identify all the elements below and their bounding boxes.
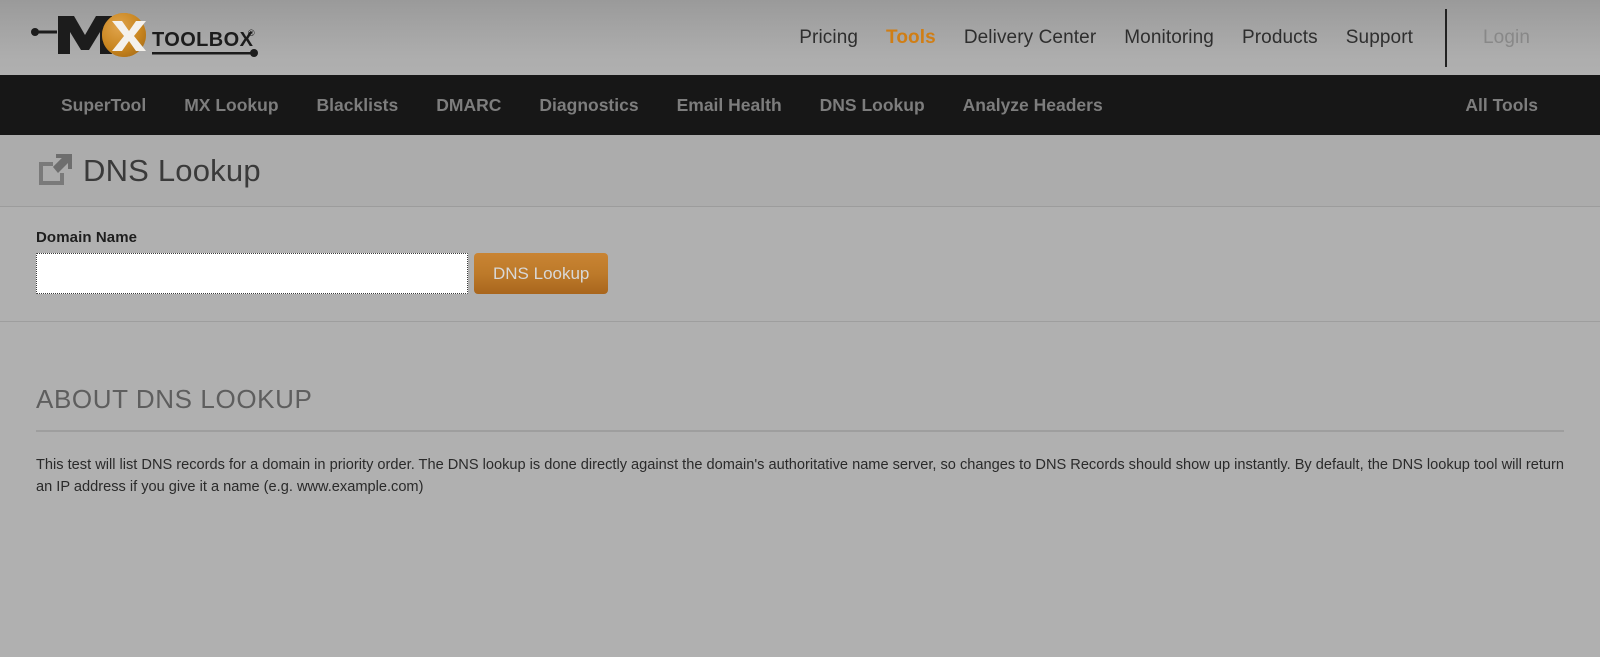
mxtoolbox-logo[interactable]: TOOLBOX ® xyxy=(30,8,260,64)
tool-navigation: SuperTool MX Lookup Blacklists DMARC Dia… xyxy=(0,75,1600,135)
site-header: TOOLBOX ® Pricing Tools Delivery Center … xyxy=(0,0,1600,75)
primary-navigation: Pricing Tools Delivery Center Monitoring… xyxy=(785,0,1600,75)
tool-nav-item-supertool[interactable]: SuperTool xyxy=(42,75,165,135)
svg-text:®: ® xyxy=(248,28,255,38)
tool-nav-item-dmarc[interactable]: DMARC xyxy=(417,75,520,135)
domain-name-input[interactable] xyxy=(36,253,468,294)
about-divider xyxy=(36,430,1564,432)
about-section: ABOUT DNS LOOKUP This test will list DNS… xyxy=(0,322,1600,498)
tool-nav-item-analyze-headers[interactable]: Analyze Headers xyxy=(944,75,1122,135)
tool-nav-item-mx-lookup[interactable]: MX Lookup xyxy=(165,75,297,135)
mxtoolbox-logo-icon: TOOLBOX ® xyxy=(30,8,260,64)
page-title-bar: DNS Lookup xyxy=(0,135,1600,207)
nav-item-tools[interactable]: Tools xyxy=(872,0,950,75)
header-divider xyxy=(1445,9,1447,67)
about-heading: ABOUT DNS LOOKUP xyxy=(36,384,1564,430)
svg-text:TOOLBOX: TOOLBOX xyxy=(152,29,254,51)
lookup-form-panel: Domain Name DNS Lookup xyxy=(0,207,1600,322)
tool-nav-item-blacklists[interactable]: Blacklists xyxy=(298,75,418,135)
nav-item-support[interactable]: Support xyxy=(1332,0,1427,75)
login-link[interactable]: Login xyxy=(1469,0,1600,75)
tool-nav-item-email-health[interactable]: Email Health xyxy=(658,75,801,135)
nav-item-delivery-center[interactable]: Delivery Center xyxy=(950,0,1110,75)
dns-lookup-submit-button[interactable]: DNS Lookup xyxy=(474,253,608,294)
nav-item-monitoring[interactable]: Monitoring xyxy=(1110,0,1228,75)
tool-nav-item-dns-lookup[interactable]: DNS Lookup xyxy=(801,75,944,135)
lookup-form-row: DNS Lookup xyxy=(36,253,1600,294)
tool-nav-item-diagnostics[interactable]: Diagnostics xyxy=(520,75,657,135)
about-body-text: This test will list DNS records for a do… xyxy=(36,454,1564,498)
page-title: DNS Lookup xyxy=(83,153,261,189)
share-arrow-icon xyxy=(36,154,72,188)
tool-nav-item-all-tools[interactable]: All Tools xyxy=(1446,75,1600,135)
nav-item-products[interactable]: Products xyxy=(1228,0,1332,75)
nav-item-pricing[interactable]: Pricing xyxy=(785,0,872,75)
domain-name-label: Domain Name xyxy=(36,229,1600,246)
